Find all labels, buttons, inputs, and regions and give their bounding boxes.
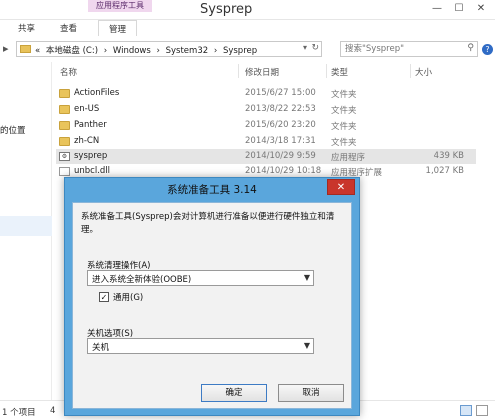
file-name: Panther bbox=[74, 120, 107, 130]
generalize-label[interactable]: 通用(G) bbox=[113, 291, 143, 303]
file-type: 文件夹 bbox=[331, 138, 357, 148]
file-type: 文件夹 bbox=[331, 106, 357, 116]
file-size: 439 KB bbox=[433, 151, 464, 161]
selection-info: 4 bbox=[50, 406, 56, 416]
ribbon-tabs: 共享 查看 管理 bbox=[0, 20, 495, 36]
tab-share[interactable]: 共享 bbox=[18, 22, 35, 34]
close-button[interactable]: ✕ bbox=[472, 2, 490, 16]
file-type: 文件夹 bbox=[331, 122, 357, 132]
context-group-label: 应用程序工具 bbox=[88, 0, 152, 12]
column-divider[interactable] bbox=[326, 64, 327, 78]
folder-icon bbox=[20, 45, 31, 53]
application-icon: ⚙ bbox=[59, 152, 70, 161]
address-bar[interactable]: « 本地磁盘 (C:) › Windows › System32 › Syspr… bbox=[16, 41, 322, 57]
breadcrumb-prefix[interactable]: « bbox=[35, 46, 40, 56]
refresh-icon[interactable]: ↻ bbox=[311, 43, 319, 53]
column-divider[interactable] bbox=[410, 64, 411, 78]
search-icon[interactable]: ⚲ bbox=[467, 43, 474, 53]
nav-selection-highlight bbox=[0, 216, 52, 236]
breadcrumb-sysprep[interactable]: Sysprep bbox=[223, 46, 257, 56]
folder-icon bbox=[59, 121, 70, 130]
file-name: ActionFiles bbox=[74, 88, 120, 98]
file-size: 1,027 KB bbox=[425, 166, 464, 176]
window-title: Sysprep bbox=[200, 2, 253, 17]
file-name: en-US bbox=[74, 104, 100, 114]
file-type: 应用程序 bbox=[331, 153, 366, 163]
sysprep-dialog: 系统准备工具 3.14 ✕ 系统准备工具(Sysprep)会对计算机进行准备以便… bbox=[64, 177, 360, 416]
cleanup-action-value: 进入系统全新体验(OOBE) bbox=[92, 275, 192, 285]
column-header-name[interactable]: 名称 bbox=[60, 66, 77, 78]
search-box[interactable]: ⚲ bbox=[340, 41, 478, 57]
chevron-down-icon[interactable]: ▾ bbox=[303, 43, 307, 52]
maximize-button[interactable]: ☐ bbox=[450, 2, 468, 16]
column-header-type[interactable]: 类型 bbox=[331, 66, 348, 78]
breadcrumb-drive[interactable]: 本地磁盘 (C:) bbox=[46, 46, 98, 56]
ok-button[interactable]: 确定 bbox=[201, 384, 267, 402]
breadcrumb-separator-icon[interactable]: › bbox=[104, 46, 107, 56]
dialog-close-button[interactable]: ✕ bbox=[327, 179, 355, 195]
file-date: 2014/10/29 9:59 bbox=[245, 151, 316, 161]
folder-icon bbox=[59, 89, 70, 98]
dialog-title: 系统准备工具 3.14 bbox=[167, 184, 257, 196]
shutdown-options-value: 关机 bbox=[92, 343, 110, 353]
column-header-size[interactable]: 大小 bbox=[415, 66, 432, 78]
file-row[interactable]: zh-CN 2014/3/18 17:31 文件夹 bbox=[56, 134, 476, 149]
navigation-pane: 的位置 bbox=[0, 62, 52, 400]
file-date: 2014/10/29 10:18 bbox=[245, 166, 322, 176]
cancel-button[interactable]: 取消 bbox=[278, 384, 344, 402]
breadcrumb-windows[interactable]: Windows bbox=[113, 46, 151, 56]
search-input[interactable] bbox=[341, 42, 459, 56]
address-row: ▸ « 本地磁盘 (C:) › Windows › System32 › Sys… bbox=[0, 38, 495, 60]
help-icon[interactable]: ? bbox=[482, 44, 493, 55]
tab-view[interactable]: 查看 bbox=[60, 22, 77, 34]
file-name: unbcl.dll bbox=[74, 166, 111, 176]
dialog-body: 系统准备工具(Sysprep)会对计算机进行准备以便进行硬件独立和清理。 系统清… bbox=[72, 202, 352, 409]
file-date: 2015/6/20 23:20 bbox=[245, 120, 316, 130]
breadcrumb-separator-icon[interactable]: › bbox=[214, 46, 217, 56]
column-header-date[interactable]: 修改日期 bbox=[245, 66, 279, 78]
file-name: zh-CN bbox=[74, 136, 100, 146]
folder-icon bbox=[59, 137, 70, 146]
file-row[interactable]: Panther 2015/6/20 23:20 文件夹 bbox=[56, 118, 476, 133]
chevron-down-icon[interactable]: ▼ bbox=[304, 341, 310, 350]
breadcrumb-system32[interactable]: System32 bbox=[166, 46, 209, 56]
file-date: 2013/8/22 22:53 bbox=[245, 104, 316, 114]
large-icons-view-icon[interactable] bbox=[476, 405, 488, 416]
file-name: sysprep bbox=[74, 151, 108, 161]
dialog-title-bar[interactable]: 系统准备工具 3.14 ✕ bbox=[65, 178, 359, 200]
nav-item-locations[interactable]: 的位置 bbox=[0, 124, 50, 136]
breadcrumb-separator-icon[interactable]: › bbox=[157, 46, 160, 56]
folder-icon bbox=[59, 105, 70, 114]
title-bar: 应用程序工具 Sysprep — ☐ ✕ bbox=[0, 0, 495, 20]
file-date: 2015/6/27 15:00 bbox=[245, 88, 316, 98]
chevron-down-icon[interactable]: ▼ bbox=[304, 273, 310, 282]
file-row[interactable]: ActionFiles 2015/6/27 15:00 文件夹 bbox=[56, 86, 476, 101]
tab-manage[interactable]: 管理 bbox=[98, 20, 138, 36]
file-type: 文件夹 bbox=[331, 90, 357, 100]
column-divider[interactable] bbox=[238, 64, 239, 78]
generalize-checkbox[interactable]: ✓ bbox=[99, 292, 109, 302]
file-row-selected[interactable]: ⚙ sysprep 2014/10/29 9:59 应用程序 439 KB bbox=[56, 149, 476, 164]
item-count: 1 个项目 bbox=[2, 408, 36, 418]
cleanup-action-select[interactable]: 进入系统全新体验(OOBE) ▼ bbox=[87, 270, 314, 286]
breadcrumb: « 本地磁盘 (C:) › Windows › System32 › Syspr… bbox=[35, 44, 260, 56]
dll-file-icon bbox=[59, 167, 70, 176]
file-row[interactable]: en-US 2013/8/22 22:53 文件夹 bbox=[56, 102, 476, 117]
dialog-description: 系统准备工具(Sysprep)会对计算机进行准备以便进行硬件独立和清理。 bbox=[81, 212, 335, 235]
up-arrow-icon[interactable]: ▸ bbox=[3, 42, 9, 55]
shutdown-options-select[interactable]: 关机 ▼ bbox=[87, 338, 314, 354]
details-view-icon[interactable] bbox=[460, 405, 472, 416]
file-date: 2014/3/18 17:31 bbox=[245, 136, 316, 146]
minimize-button[interactable]: — bbox=[428, 2, 446, 16]
